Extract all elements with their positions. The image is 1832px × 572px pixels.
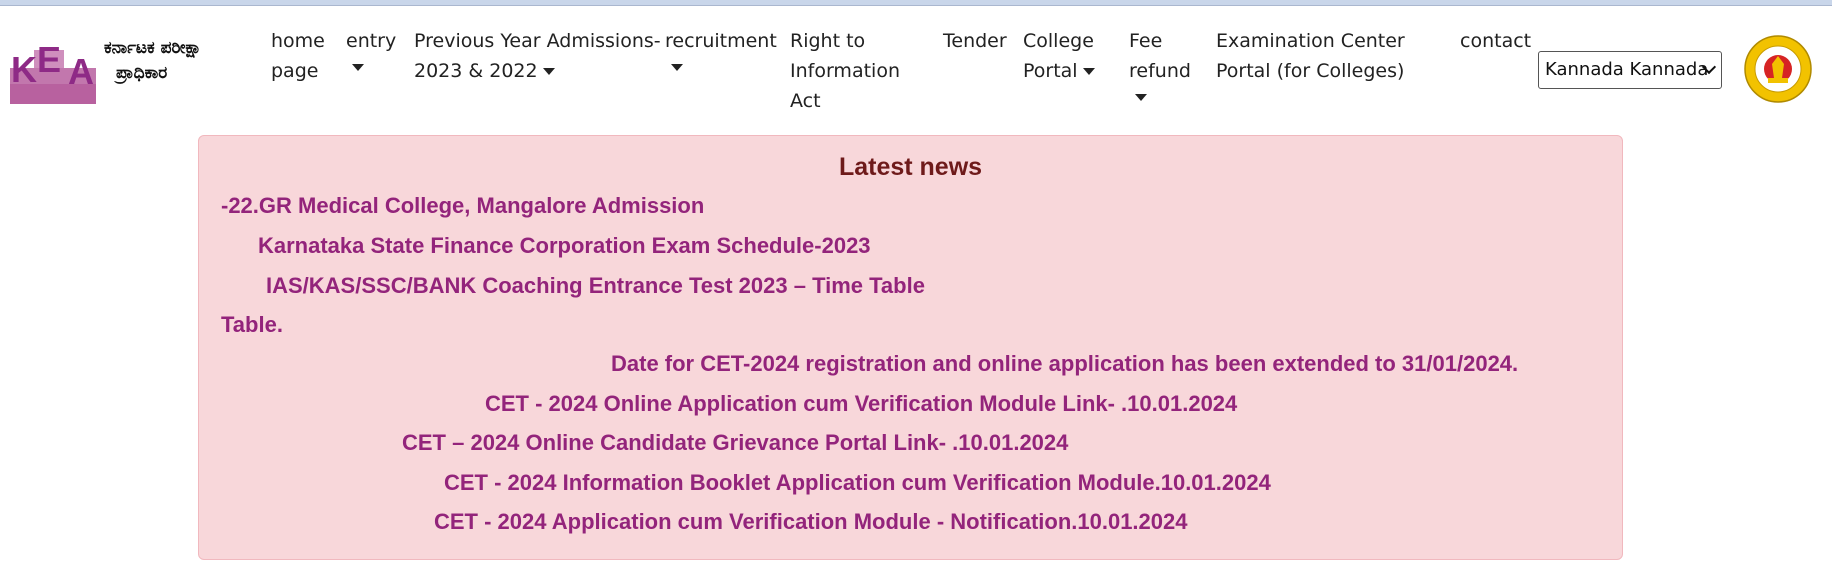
chevron-down-icon bbox=[1135, 94, 1147, 101]
news-item[interactable]: Karnataka State Finance Corporation Exam… bbox=[258, 233, 871, 259]
chevron-down-icon bbox=[1082, 68, 1095, 75]
news-item[interactable]: -22.GR Medical College, Mangalore Admiss… bbox=[221, 193, 704, 219]
nav-home-line1: home bbox=[271, 30, 325, 52]
news-item[interactable]: CET - 2024 Application cum Verification … bbox=[434, 509, 1187, 535]
nav-fee-refund[interactable]: Fee refund bbox=[1129, 26, 1191, 101]
nav-college-portal[interactable]: College Portal bbox=[1023, 26, 1095, 86]
nav-prev-line1: Previous Year Admissions- bbox=[414, 30, 661, 52]
svg-text:K: K bbox=[11, 49, 37, 90]
nav-entry[interactable]: entry bbox=[346, 26, 396, 71]
nav-exam-line2: Portal (for Colleges) bbox=[1216, 60, 1405, 82]
latest-news-title: Latest news bbox=[838, 153, 983, 181]
chevron-down-icon bbox=[671, 64, 683, 71]
nav-college-line2: Portal bbox=[1023, 60, 1078, 82]
kea-logo-text: ಕರ್ನಾಟಕ ಪರೀಕ್ಷಾ ಪ್ರಾಧಿಕಾರ bbox=[104, 36, 202, 86]
news-item[interactable]: Table. bbox=[221, 312, 283, 338]
nav-tender-label: Tender bbox=[943, 30, 1007, 52]
nav-right-to-information-act[interactable]: Right to Information Act bbox=[790, 26, 900, 116]
nav-tender[interactable]: Tender bbox=[943, 26, 1007, 56]
nav-examination-center-portal[interactable]: Examination Center Portal (for Colleges) bbox=[1216, 26, 1405, 86]
kea-logo-mark: K E A bbox=[10, 39, 96, 104]
nav-prev-line2: 2023 & 2022 bbox=[414, 60, 538, 82]
nav-recruitment[interactable]: recruitment bbox=[665, 26, 777, 71]
news-item[interactable]: Date for CET-2024 registration and onlin… bbox=[611, 351, 1518, 377]
news-item[interactable]: CET – 2024 Online Candidate Grievance Po… bbox=[402, 430, 1068, 456]
svg-text:A: A bbox=[68, 51, 94, 92]
nav-college-line1: College bbox=[1023, 30, 1094, 52]
logo-text-line2: ಪ್ರಾಧಿಕಾರ bbox=[116, 63, 168, 83]
nav-fee-line2: refund bbox=[1129, 60, 1191, 82]
nav-recruitment-label: recruitment bbox=[665, 30, 777, 52]
logo-text-line1: ಕರ್ನಾಟಕ ಪರೀಕ್ಷಾ bbox=[104, 38, 202, 58]
chevron-down-icon bbox=[542, 68, 555, 75]
nav-contact[interactable]: contact bbox=[1460, 26, 1531, 56]
news-item[interactable]: CET - 2024 Information Booklet Applicati… bbox=[444, 470, 1271, 496]
nav-rti-line3: Act bbox=[790, 90, 821, 112]
svg-text:E: E bbox=[37, 39, 61, 80]
nav-rti-line2: Information bbox=[790, 60, 900, 82]
language-select[interactable]: Kannada Kannada bbox=[1538, 51, 1722, 89]
latest-news-panel: Latest news -22.GR Medical College, Mang… bbox=[198, 135, 1623, 560]
nav-previous-year-admissions[interactable]: Previous Year Admissions- 2023 & 2022 bbox=[414, 26, 661, 86]
news-item[interactable]: IAS/KAS/SSC/BANK Coaching Entrance Test … bbox=[266, 273, 925, 299]
nav-rti-line1: Right to bbox=[790, 30, 866, 52]
language-selected-value: Kannada Kannada bbox=[1545, 59, 1709, 80]
top-border-line bbox=[0, 5, 1832, 6]
news-item[interactable]: CET - 2024 Online Application cum Verifi… bbox=[485, 391, 1237, 417]
nav-fee-line1: Fee bbox=[1129, 30, 1163, 52]
chevron-down-icon bbox=[352, 64, 364, 71]
nav-entry-label: entry bbox=[346, 30, 397, 52]
government-emblem-icon bbox=[1743, 34, 1813, 104]
nav-home-line2: page bbox=[271, 60, 319, 82]
nav-exam-line1: Examination Center bbox=[1216, 30, 1405, 52]
nav-contact-label: contact bbox=[1460, 30, 1532, 52]
nav-home-page[interactable]: home page bbox=[271, 26, 325, 86]
